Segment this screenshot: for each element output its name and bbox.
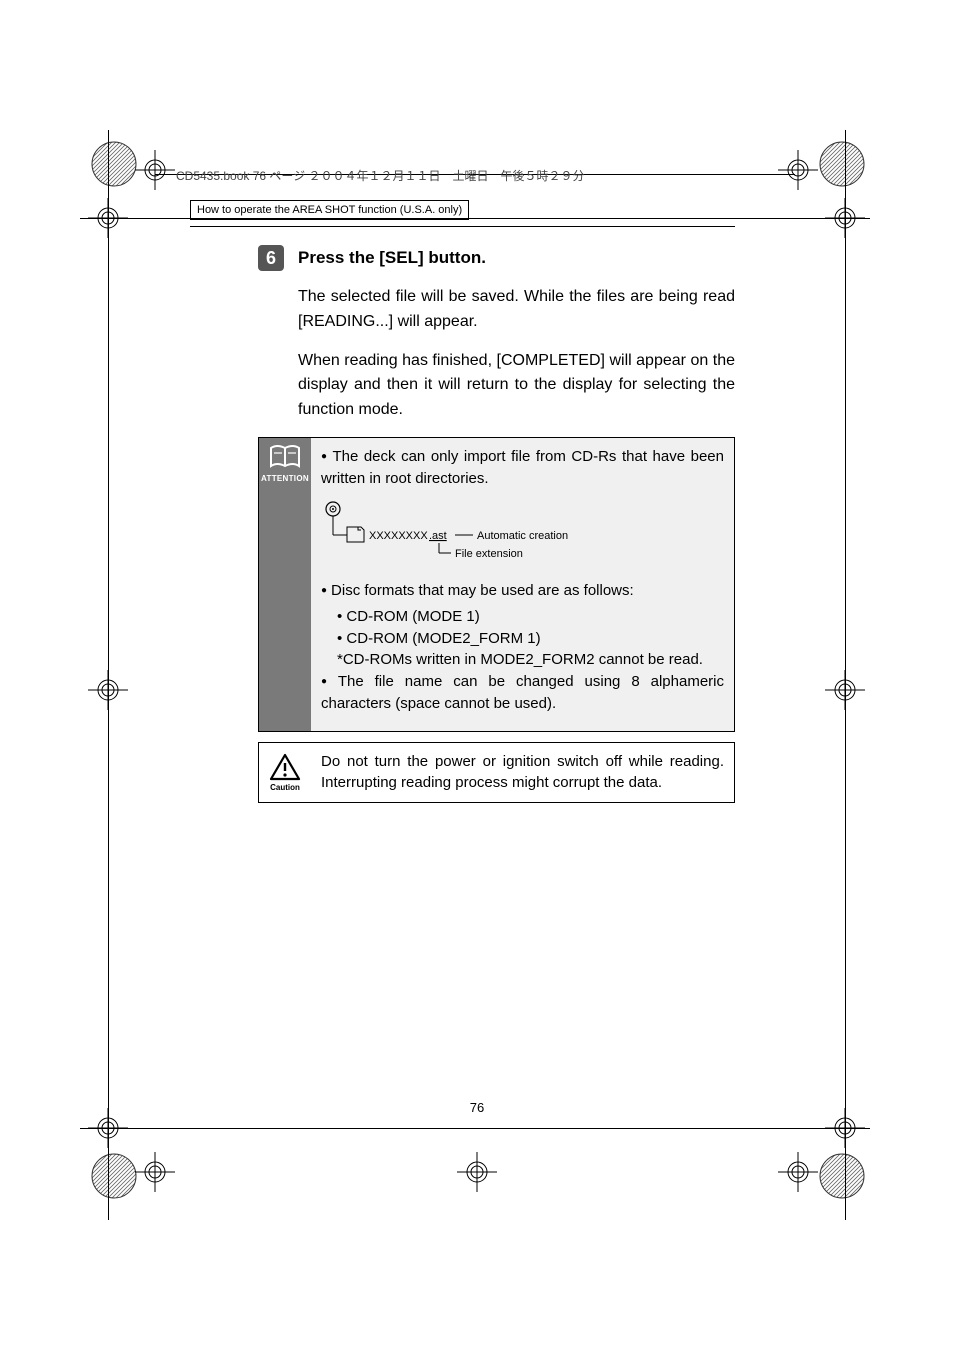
caution-icon-col: Caution [259,743,311,803]
warning-triangle-icon [269,753,301,781]
regmark-icon [778,150,818,190]
body-paragraph: When reading has finished, [COMPLETED] w… [298,349,735,423]
attention-label: ATTENTION [261,474,309,483]
caution-label: Caution [270,783,300,792]
caution-box: Caution Do not turn the power or ignitio… [258,742,735,804]
attention-content: The deck can only import file from CD-Rs… [311,438,734,731]
svg-text:.ast: .ast [429,530,447,542]
regmark-icon [457,1152,497,1192]
attention-item: The deck can only import file from CD-Rs… [321,446,724,490]
print-header: CD5435.book 76 ページ ２００４年１２月１１日 土曜日 午後５時２… [176,167,585,184]
body-paragraph: The selected file will be saved. While t… [298,285,735,335]
diagram-ext-label: File extension [455,548,523,560]
book-icon [268,444,302,472]
disc-format: CD-ROM (MODE2_FORM 1) [337,628,724,650]
disc-format-list: CD-ROM (MODE 1) CD-ROM (MODE2_FORM 1) *C… [321,606,724,671]
crop-line [108,130,109,1220]
disc-format-note: *CD-ROMs written in MODE2_FORM2 cannot b… [337,649,724,671]
regmark-icon [135,1152,175,1192]
attention-icon-col: ATTENTION [259,438,311,731]
step-row: 6 Press the [SEL] button. [258,245,735,271]
attention-item: Disc formats that may be used are as fol… [321,580,724,602]
section-header: How to operate the AREA SHOT function (U… [190,200,469,220]
regmark-icon [778,1152,818,1192]
crop-circle-tl [90,140,138,188]
crop-line [845,130,846,1220]
caution-text: Do not turn the power or ignition switch… [311,743,734,803]
page-number: 76 [0,1100,954,1115]
crop-circle-tr [818,140,866,188]
regmark-icon [135,150,175,190]
step-title: Press the [SEL] button. [298,245,486,271]
step-number-badge: 6 [258,245,284,271]
crop-circle-bl [90,1152,138,1200]
diagram-filename: XXXXXXXX [369,530,428,542]
disc-format: CD-ROM (MODE 1) [337,606,724,628]
attention-box: ATTENTION The deck can only import file … [258,437,735,732]
diagram-right-label: Automatic creation [477,530,568,542]
crop-circle-br [818,1152,866,1200]
attention-item: The file name can be changed using 8 alp… [321,671,724,715]
section-rule [190,226,735,227]
file-tree-diagram: XXXXXXXX .ast Automatic creation File ex… [323,499,603,565]
crop-line [80,1128,870,1129]
